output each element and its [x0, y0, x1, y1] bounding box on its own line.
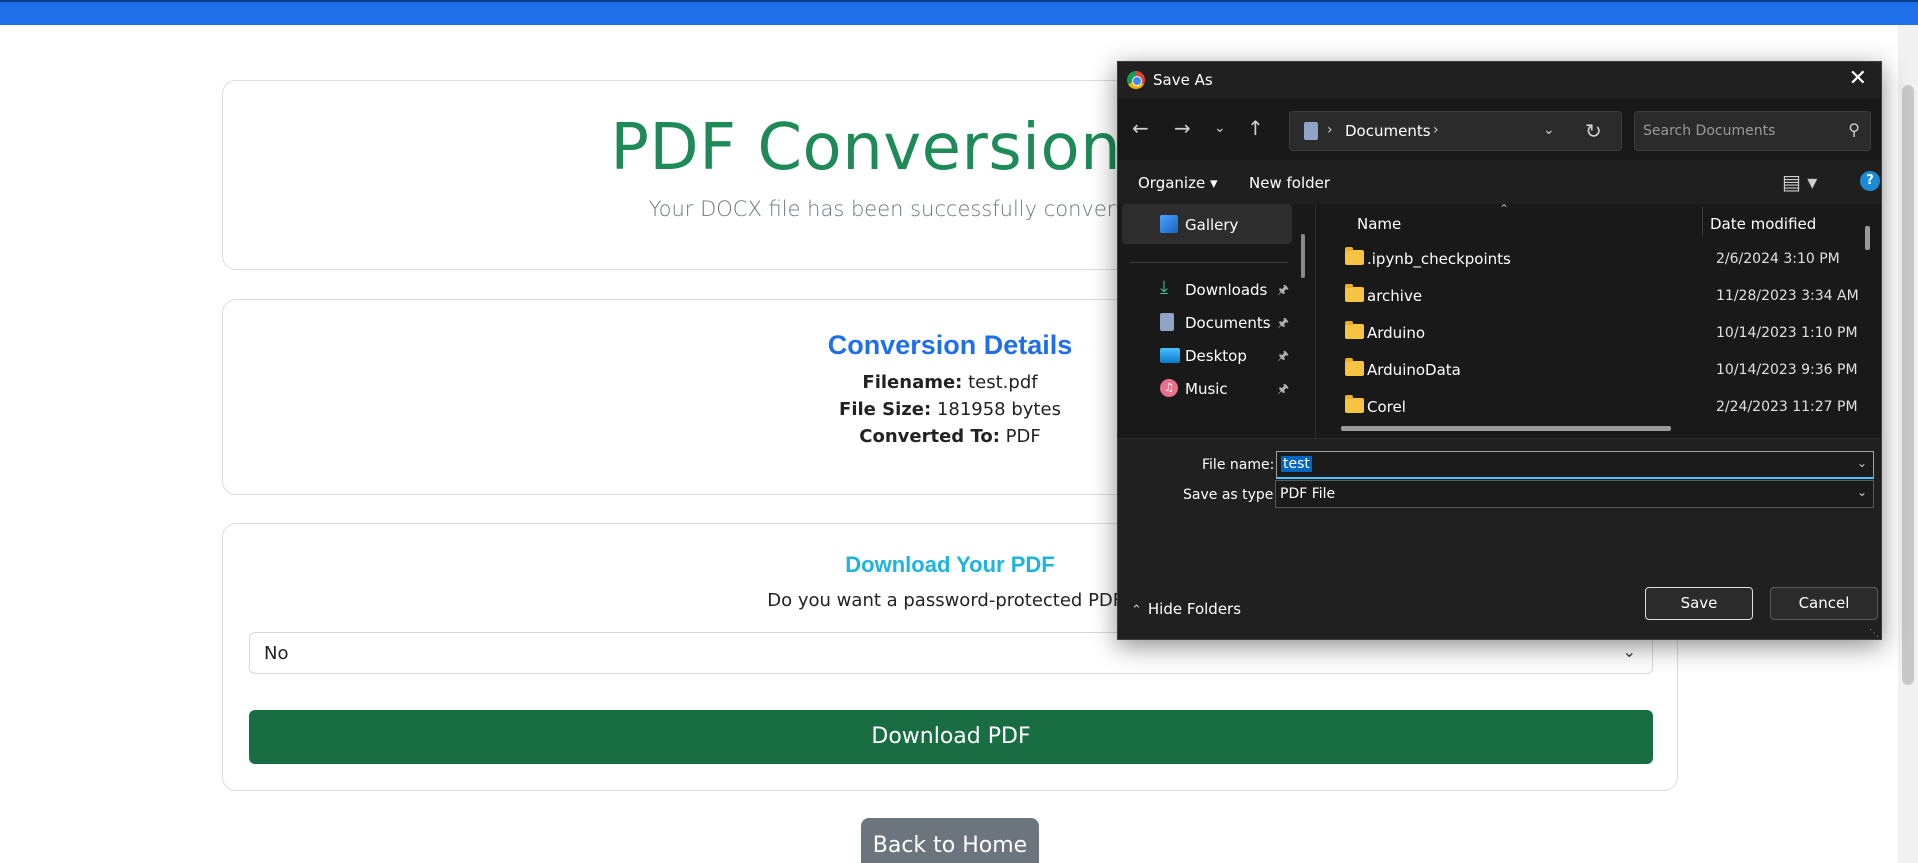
dialog-title: Save As [1153, 71, 1213, 89]
search-placeholder: Search Documents [1643, 123, 1776, 139]
file-name-label: File name: [1202, 457, 1275, 473]
chevron-down-icon: ⌄ [1856, 485, 1867, 499]
documents-icon [1304, 122, 1318, 140]
navigation-pane: Gallery ⤓ Downloads 🖈 Documents 🖈 Deskto… [1118, 204, 1315, 438]
column-header-date-modified[interactable]: Date modified [1710, 215, 1816, 233]
hide-folders-button[interactable]: ⌃ Hide Folders [1131, 600, 1241, 618]
column-header-name[interactable]: Name [1357, 215, 1401, 233]
chevron-up-icon: ⌃ [1131, 603, 1142, 618]
file-name-value: test [1281, 456, 1312, 472]
pin-icon[interactable]: 🖈 [1277, 314, 1289, 336]
downloads-icon: ⤓ [1160, 277, 1168, 298]
nav-pane-scrollbar[interactable] [1301, 234, 1305, 278]
file-row[interactable]: Arduino 10/14/2023 1:10 PM [1316, 314, 1872, 351]
save-as-type-select[interactable]: PDF File ⌄ [1275, 480, 1874, 508]
nav-divider [1130, 262, 1288, 263]
view-options-icon[interactable]: ▤ ▾ [1782, 170, 1817, 194]
file-name-input[interactable]: test ⌄ [1276, 451, 1874, 479]
address-bar[interactable]: › Documents › ⌄ ↻ [1289, 111, 1622, 151]
recent-locations-chevron-icon[interactable]: ⌄ [1214, 120, 1226, 136]
forward-arrow-icon[interactable]: → [1174, 116, 1191, 140]
file-list-pane: ⌃ Name Date modified .ipynb_checkpoints … [1315, 202, 1881, 438]
chevron-right-icon[interactable]: › [1433, 122, 1439, 138]
refresh-icon[interactable]: ↻ [1585, 119, 1602, 143]
nav-item-gallery[interactable]: Gallery [1122, 204, 1292, 244]
save-button[interactable]: Save [1645, 587, 1753, 620]
file-row[interactable]: ArduinoData 10/14/2023 9:36 PM [1316, 351, 1872, 388]
close-icon[interactable]: ✕ [1849, 66, 1867, 91]
dialog-toolbar: Organize ▾ New folder ▤ ▾ ? [1118, 160, 1881, 204]
file-list-header: ⌃ Name Date modified [1316, 202, 1881, 240]
help-icon[interactable]: ? [1860, 171, 1880, 191]
save-as-type-value: PDF File [1280, 486, 1336, 502]
save-as-type-label: Save as type: [1183, 487, 1279, 503]
download-pdf-button[interactable]: Download PDF [249, 710, 1653, 764]
sort-ascending-icon: ⌃ [1499, 202, 1510, 216]
file-list-vertical-scrollbar[interactable] [1865, 226, 1870, 250]
documents-icon [1160, 313, 1174, 331]
column-divider[interactable] [1702, 206, 1703, 236]
save-as-dialog: Save As ✕ ← → ⌄ ↑ › Documents › ⌄ ↻ Sear… [1117, 61, 1882, 640]
file-row[interactable]: .ipynb_checkpoints 2/6/2024 3:10 PM [1316, 240, 1872, 277]
dialog-titlebar[interactable]: Save As ✕ [1118, 62, 1881, 98]
folder-icon [1345, 358, 1364, 376]
file-row[interactable]: archive 11/28/2023 3:34 AM [1316, 277, 1872, 314]
nav-item-music[interactable]: ♫ Music 🖈 [1118, 368, 1298, 408]
resize-grip-icon[interactable]: ⋱ [1869, 628, 1879, 639]
address-dropdown-icon[interactable]: ⌄ [1543, 122, 1555, 138]
file-list-horizontal-scrollbar[interactable] [1341, 426, 1671, 431]
dialog-navigation-bar: ← → ⌄ ↑ › Documents › ⌄ ↻ Search Documen… [1118, 98, 1881, 160]
page-scrollbar-thumb[interactable] [1902, 85, 1914, 685]
music-icon: ♫ [1160, 379, 1178, 397]
up-arrow-icon[interactable]: ↑ [1247, 116, 1264, 140]
password-select-value: No [264, 643, 289, 664]
chevron-right-icon[interactable]: › [1327, 122, 1333, 138]
back-to-home-button[interactable]: Back to Home [861, 818, 1039, 863]
gallery-icon [1160, 215, 1178, 233]
chrome-icon [1127, 71, 1145, 89]
organize-menu-button[interactable]: Organize ▾ [1138, 174, 1218, 192]
back-arrow-icon[interactable]: ← [1132, 116, 1149, 140]
file-row[interactable]: Corel 2/24/2023 11:27 PM [1316, 388, 1872, 425]
folder-icon [1345, 321, 1364, 339]
folder-icon [1345, 247, 1364, 265]
chevron-down-icon[interactable]: ⌄ [1857, 456, 1867, 470]
new-folder-button[interactable]: New folder [1249, 174, 1330, 192]
search-icon: ⚲ [1848, 120, 1860, 139]
folder-icon [1345, 395, 1364, 413]
chevron-down-icon: ⌄ [1622, 642, 1636, 661]
desktop-icon [1160, 348, 1180, 363]
folder-icon [1345, 284, 1364, 302]
pin-icon[interactable]: 🖈 [1277, 347, 1289, 369]
breadcrumb-documents[interactable]: Documents [1345, 122, 1431, 140]
cancel-button[interactable]: Cancel [1770, 587, 1878, 620]
page-scrollbar[interactable] [1898, 25, 1918, 863]
dialog-footer: File name: test ⌄ Save as type: PDF File… [1118, 438, 1881, 639]
browser-top-bar [0, 0, 1918, 25]
pin-icon[interactable]: 🖈 [1277, 281, 1289, 303]
pin-icon[interactable]: 🖈 [1277, 380, 1289, 402]
search-input[interactable]: Search Documents ⚲ [1634, 111, 1871, 151]
